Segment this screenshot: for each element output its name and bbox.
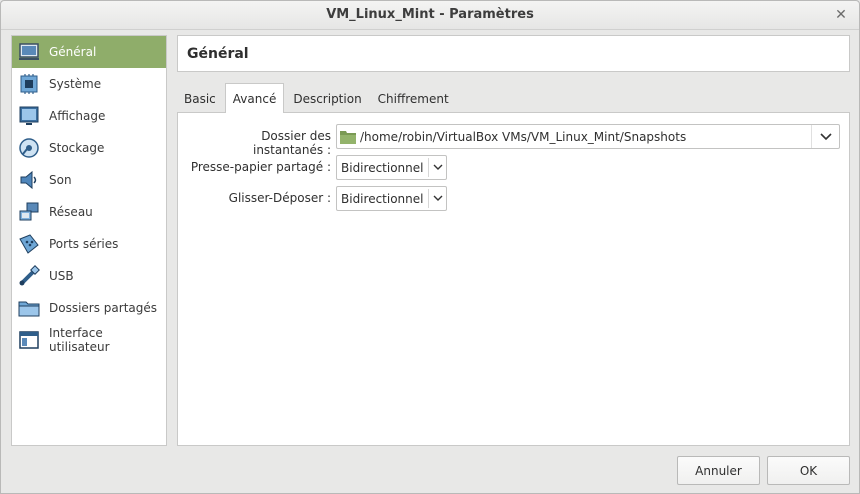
clipboard-select[interactable]: Bidirectionnel xyxy=(336,155,447,180)
window-title: VM_Linux_Mint - Paramètres xyxy=(326,7,534,22)
tab-basic[interactable]: Basic xyxy=(177,85,223,113)
serial-ports-icon xyxy=(18,233,40,255)
sidebar-item-label: Réseau xyxy=(49,205,93,219)
tab-encryption[interactable]: Chiffrement xyxy=(371,85,456,113)
sidebar-item-user-interface[interactable]: Interface utilisateur xyxy=(12,324,166,356)
chevron-down-icon xyxy=(428,189,446,208)
sidebar-item-serial-ports[interactable]: Ports séries xyxy=(12,228,166,260)
drag-drop-select[interactable]: Bidirectionnel xyxy=(336,186,447,211)
sidebar-item-network[interactable]: Réseau xyxy=(12,196,166,228)
sidebar-item-label: Général xyxy=(49,45,97,59)
sidebar-item-label: Stockage xyxy=(49,141,105,155)
tab-advanced[interactable]: Avancé xyxy=(224,83,285,113)
sidebar-item-label: Son xyxy=(49,173,72,187)
system-icon xyxy=(18,73,40,95)
clipboard-value: Bidirectionnel xyxy=(341,161,424,175)
sidebar-item-audio[interactable]: Son xyxy=(12,164,166,196)
drag-drop-label: Glisser-Déposer : xyxy=(228,191,331,205)
sidebar-item-system[interactable]: Système xyxy=(12,68,166,100)
usb-icon xyxy=(18,265,40,287)
snapshot-folder-select[interactable]: /home/robin/VirtualBox VMs/VM_Linux_Mint… xyxy=(336,124,840,149)
section-header: Général xyxy=(177,35,850,72)
sidebar-item-label: Interface utilisateur xyxy=(49,326,110,354)
shared-folders-icon xyxy=(18,297,40,319)
folder-icon xyxy=(340,131,356,144)
title-bar: VM_Linux_Mint - Paramètres ✕ xyxy=(1,1,859,30)
page-title: Général xyxy=(187,46,249,62)
sidebar-item-storage[interactable]: Stockage xyxy=(12,132,166,164)
clipboard-label: Presse-papier partagé : xyxy=(190,160,331,174)
sidebar-item-label: Dossiers partagés xyxy=(49,301,158,315)
chevron-down-icon xyxy=(811,125,839,148)
cancel-button[interactable]: Annuler xyxy=(677,456,760,485)
display-icon xyxy=(18,105,40,127)
sidebar-item-display[interactable]: Affichage xyxy=(12,100,166,132)
tab-bar: Basic Avancé Description Chiffrement xyxy=(177,83,458,113)
sidebar-item-usb[interactable]: USB xyxy=(12,260,166,292)
snapshot-folder-label: Dossier des instantanés : xyxy=(252,129,331,157)
settings-sidebar: Général Système Affichage Stockage Son R… xyxy=(11,35,167,446)
audio-icon xyxy=(18,169,40,191)
snapshot-folder-path: /home/robin/VirtualBox VMs/VM_Linux_Mint… xyxy=(360,130,687,144)
sidebar-item-shared-folders[interactable]: Dossiers partagés xyxy=(12,292,166,324)
sidebar-item-label: USB xyxy=(49,269,74,283)
drag-drop-value: Bidirectionnel xyxy=(341,192,424,206)
tab-description[interactable]: Description xyxy=(286,85,368,113)
user-interface-icon xyxy=(18,329,40,351)
chevron-down-icon xyxy=(428,158,446,177)
advanced-panel: Dossier des instantanés : /home/robin/Vi… xyxy=(177,112,850,446)
sidebar-item-general[interactable]: Général xyxy=(12,36,166,68)
sidebar-item-label: Ports séries xyxy=(49,237,119,251)
sidebar-item-label: Affichage xyxy=(49,109,106,123)
general-icon xyxy=(18,41,40,63)
ok-button[interactable]: OK xyxy=(767,456,850,485)
storage-icon xyxy=(18,137,40,159)
close-icon[interactable]: ✕ xyxy=(833,7,849,23)
network-icon xyxy=(18,201,40,223)
sidebar-item-label: Système xyxy=(49,77,102,91)
settings-dialog: VM_Linux_Mint - Paramètres ✕ Général Sys… xyxy=(0,0,860,494)
